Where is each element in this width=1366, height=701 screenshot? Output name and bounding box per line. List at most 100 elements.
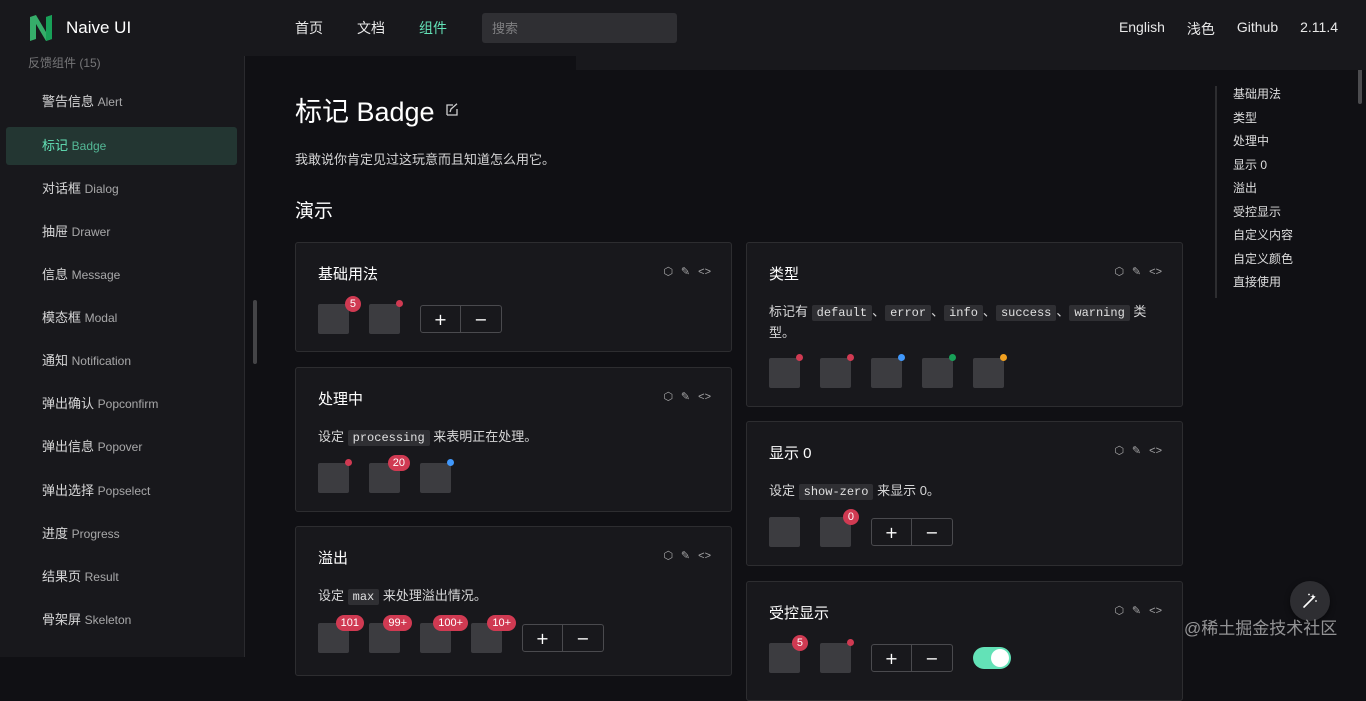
show-toggle-switch[interactable] xyxy=(973,647,1011,669)
logo[interactable]: Naive UI xyxy=(28,14,131,42)
toc-item[interactable]: 显示 0 xyxy=(1233,157,1293,181)
edit-icon[interactable]: ✎ xyxy=(1132,265,1141,278)
decrement-button[interactable]: − xyxy=(912,518,953,546)
increment-button[interactable]: + xyxy=(871,644,912,672)
avatar xyxy=(769,354,803,388)
theme-switch[interactable]: 浅色 xyxy=(1187,19,1215,39)
sidebar-item-label: 结果页 xyxy=(42,569,82,584)
sidebar-item-drawer[interactable]: 抽屉 Drawer xyxy=(6,213,237,251)
codesandbox-icon[interactable]: ⬡ xyxy=(1114,265,1124,278)
separator: 、 xyxy=(1056,304,1070,319)
sidebar-item-message[interactable]: 信息 Message xyxy=(6,256,237,294)
desc-text: 来表明正在处理。 xyxy=(433,429,538,444)
code-icon[interactable]: <> xyxy=(698,391,711,403)
desc-text: 标记有 xyxy=(769,304,809,319)
code-icon[interactable]: <> xyxy=(1149,445,1162,457)
code-icon[interactable]: <> xyxy=(698,550,711,562)
nav-docs[interactable]: 文档 xyxy=(357,18,385,38)
table-of-contents: 基础用法 类型 处理中 显示 0 溢出 受控显示 自定义内容 自定义颜色 直接使… xyxy=(1215,86,1293,298)
desc-text: 设定 xyxy=(318,429,345,444)
toc-item[interactable]: 溢出 xyxy=(1233,180,1293,204)
sidebar-item-en: Alert xyxy=(97,95,123,109)
switch-knob xyxy=(991,649,1009,667)
sidebar-item-result[interactable]: 结果页 Result xyxy=(6,558,237,596)
card-description: 设定 show-zero 来显示 0。 xyxy=(769,481,940,502)
sidebar-item-notification[interactable]: 通知 Notification xyxy=(6,342,237,380)
desc-text: 设定 xyxy=(769,483,796,498)
toc-item[interactable]: 类型 xyxy=(1233,110,1293,134)
sidebar-item-alert[interactable]: 警告信息 Alert xyxy=(6,83,237,121)
card-title: 受控显示 xyxy=(769,605,830,622)
dot-badge xyxy=(396,300,403,307)
nav-components[interactable]: 组件 xyxy=(419,18,447,38)
header-overlay xyxy=(576,56,1366,70)
sidebar-item-label: 信息 xyxy=(42,267,69,282)
edit-icon[interactable]: ✎ xyxy=(681,549,690,562)
version-select[interactable]: 2.11.4 xyxy=(1300,19,1338,39)
code-icon[interactable]: <> xyxy=(698,266,711,278)
decrement-button[interactable]: − xyxy=(563,624,604,652)
toc-item[interactable]: 自定义内容 xyxy=(1233,227,1293,251)
toc-item[interactable]: 受控显示 xyxy=(1233,204,1293,228)
edit-icon[interactable]: ✎ xyxy=(1132,444,1141,457)
avatar xyxy=(871,354,905,388)
separator: 、 xyxy=(931,304,945,319)
increment-button[interactable]: + xyxy=(522,624,563,652)
sidebar-item-popselect[interactable]: 弹出选择 Popselect xyxy=(6,472,237,510)
codesandbox-icon[interactable]: ⬡ xyxy=(1114,444,1124,457)
codesandbox-icon[interactable]: ⬡ xyxy=(1114,604,1124,617)
magic-wand-icon xyxy=(1303,593,1317,608)
edit-icon[interactable]: ✎ xyxy=(1132,604,1141,617)
avatar: 100+ xyxy=(420,615,468,653)
watermark-text: @稀土掘金技术社区 xyxy=(1184,619,1338,638)
demo-card-overflow: 溢出 ⬡ ✎ <> 设定 max 来处理溢出情况。 101 99+ 100+ 1… xyxy=(295,526,732,676)
badge-row: 101 99+ 100+ 10+ + − xyxy=(318,615,604,653)
edit-icon[interactable]: ✎ xyxy=(681,390,690,403)
search-input[interactable] xyxy=(482,13,677,43)
separator: 、 xyxy=(982,304,996,319)
code-icon[interactable]: <> xyxy=(1149,605,1162,617)
sidebar-item-en: Modal xyxy=(84,311,118,325)
badge-row: 5 + − xyxy=(769,635,1011,673)
nav-home[interactable]: 首页 xyxy=(295,18,323,38)
toc-item[interactable]: 自定义颜色 xyxy=(1233,251,1293,275)
avatar xyxy=(820,639,854,673)
dot-badge-success xyxy=(949,354,956,361)
decrement-button[interactable]: − xyxy=(461,305,502,333)
sidebar-item-modal[interactable]: 模态框 Modal xyxy=(6,299,237,337)
sidebar-item-popover[interactable]: 弹出信息 Popover xyxy=(6,428,237,466)
code-icon[interactable]: <> xyxy=(1149,266,1162,278)
avatar xyxy=(769,517,800,547)
button-group: + − xyxy=(871,518,953,546)
language-switch[interactable]: English xyxy=(1119,19,1165,39)
count-badge: 101 xyxy=(335,615,364,631)
sidebar-item-progress[interactable]: 进度 Progress xyxy=(6,515,237,553)
sidebar-item-skeleton[interactable]: 骨架屏 Skeleton xyxy=(6,601,237,639)
sidebar-item-dialog[interactable]: 对话框 Dialog xyxy=(6,170,237,208)
sidebar-item-label: 标记 xyxy=(42,138,69,153)
codesandbox-icon[interactable]: ⬡ xyxy=(663,549,673,562)
demo-card-basic: 基础用法 ⬡ ✎ <> 5 + − xyxy=(295,242,732,352)
sidebar-item-badge[interactable]: 标记 Badge xyxy=(6,127,237,165)
toc-item[interactable]: 直接使用 xyxy=(1233,274,1293,298)
increment-button[interactable]: + xyxy=(420,305,461,333)
sidebar-item-en: Result xyxy=(84,570,119,584)
decrement-button[interactable]: − xyxy=(912,644,953,672)
codesandbox-icon[interactable]: ⬡ xyxy=(663,265,673,278)
count-badge: 5 xyxy=(344,296,361,312)
codesandbox-icon[interactable]: ⬡ xyxy=(663,390,673,403)
sidebar-item-en: Drawer xyxy=(71,225,111,239)
edit-icon[interactable] xyxy=(445,102,459,117)
toc-item[interactable]: 处理中 xyxy=(1233,133,1293,157)
inline-code: max xyxy=(347,589,380,605)
toc-item[interactable]: 基础用法 xyxy=(1233,86,1293,110)
github-link[interactable]: Github xyxy=(1237,19,1278,39)
avatar: 5 xyxy=(318,296,361,334)
inline-code: processing xyxy=(347,430,430,446)
increment-button[interactable]: + xyxy=(871,518,912,546)
demo-card-show-zero: 显示 0 ⬡ ✎ <> 设定 show-zero 来显示 0。 0 + − xyxy=(746,421,1183,566)
card-description: 标记有 default、 error、 info、 success、 warning 类… xyxy=(769,302,1159,343)
edit-icon[interactable]: ✎ xyxy=(681,265,690,278)
sidebar-item-popconfirm[interactable]: 弹出确认 Popconfirm xyxy=(6,385,237,423)
card-tools: ⬡ ✎ <> xyxy=(1114,604,1162,618)
